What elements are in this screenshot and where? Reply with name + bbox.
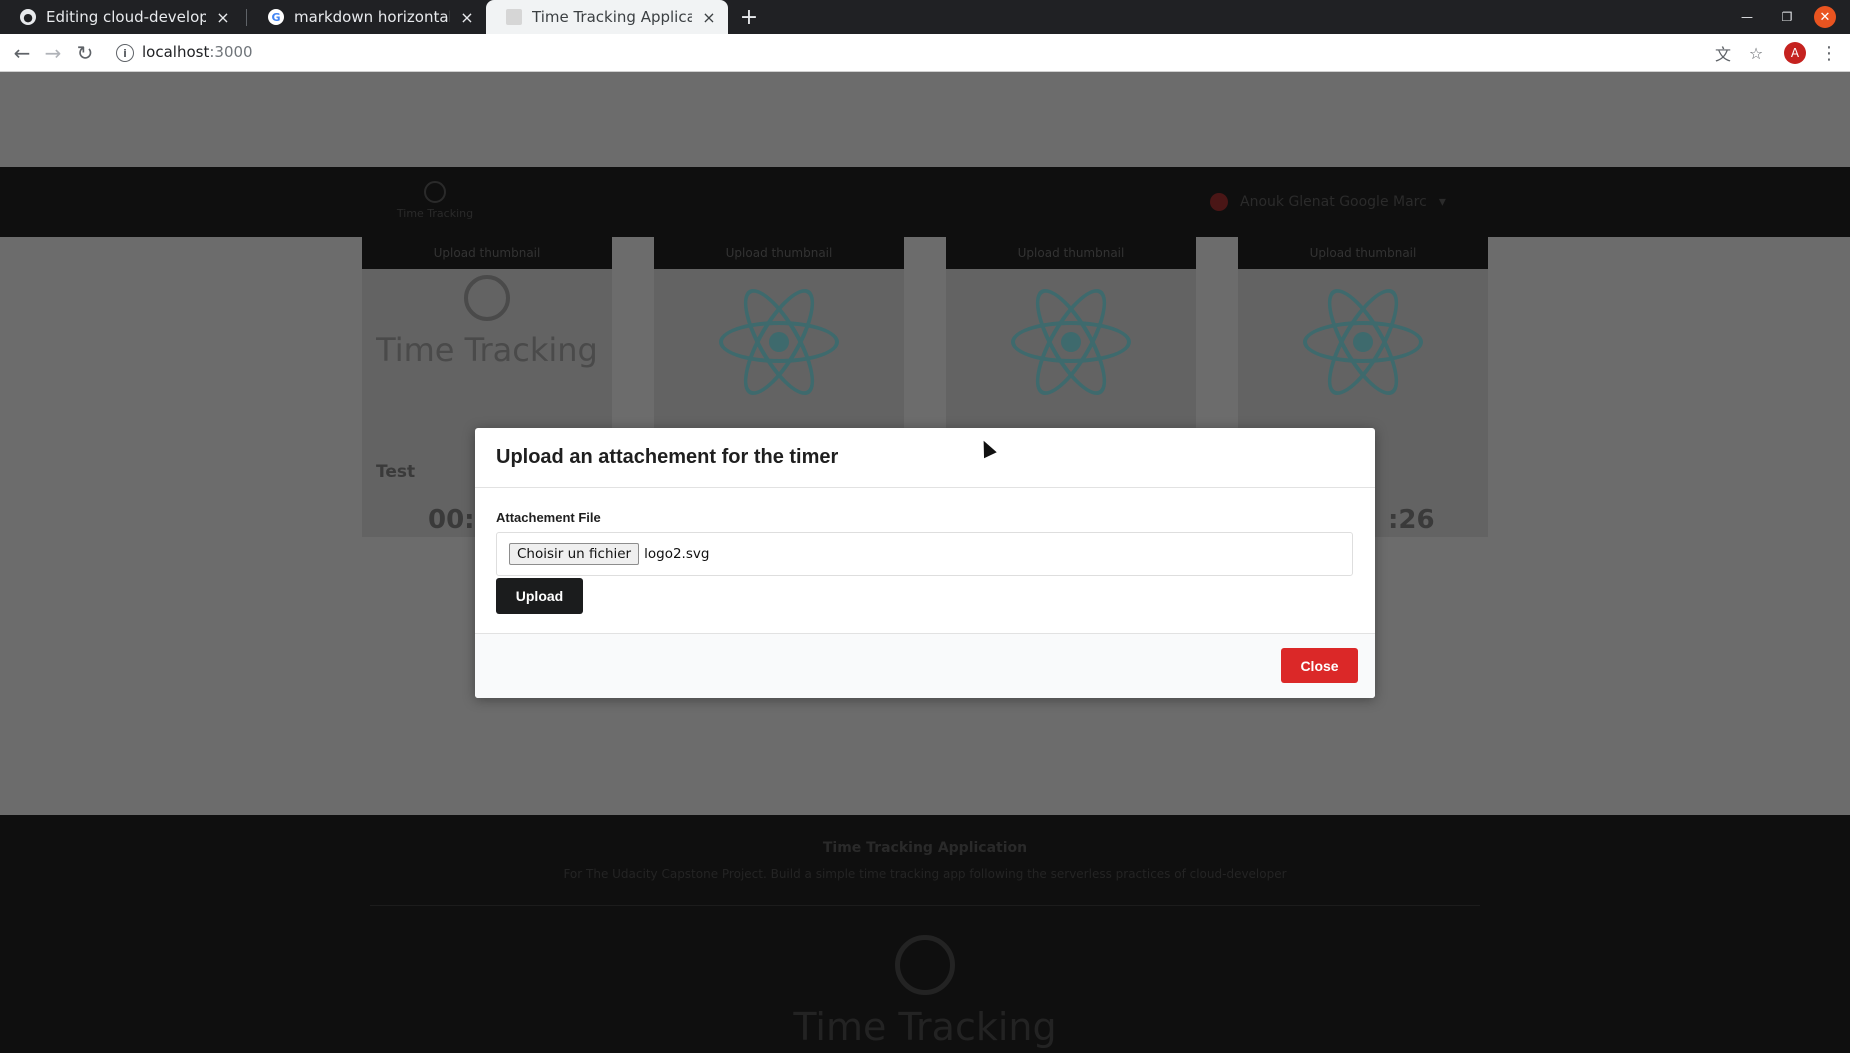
clock-icon: [464, 275, 510, 321]
footer-divider: [370, 905, 1480, 906]
translate-icon[interactable]: 文: [1708, 34, 1738, 72]
modal-header: Upload an attachement for the timer: [475, 428, 1375, 488]
upload-thumbnail-bar: Upload thumbnail: [946, 237, 1196, 269]
modal-title: Upload an attachement for the timer: [496, 446, 839, 468]
close-window-button[interactable]: ✕: [1814, 6, 1836, 28]
clock-icon: [424, 181, 446, 203]
site-info-icon[interactable]: i: [116, 44, 134, 62]
nucleus: [1353, 332, 1373, 352]
clock-icon: [895, 935, 955, 995]
modal-actions: Close: [475, 633, 1375, 698]
modal-body: Attachement File Choisir un fichier logo…: [475, 488, 1375, 633]
upload-thumbnail-bar: Upload thumbnail: [1238, 237, 1488, 269]
github-icon: ●: [20, 9, 36, 25]
profile-avatar[interactable]: A: [1784, 42, 1806, 64]
browser-menu-icon[interactable]: ⋮: [1814, 34, 1844, 72]
nucleus: [1061, 332, 1081, 352]
nucleus: [769, 332, 789, 352]
upload-thumbnail-bar: Upload thumbnail: [362, 237, 612, 269]
close-tab-icon[interactable]: ×: [214, 8, 232, 27]
timer-time: :26: [1388, 505, 1435, 535]
selected-file-name: logo2.svg: [644, 546, 710, 562]
footer-text: For The Udacity Capstone Project. Build …: [563, 867, 1287, 881]
app-logo-text: Time Tracking: [396, 207, 474, 220]
url-host: localhost: [142, 43, 210, 61]
close-tab-icon[interactable]: ×: [458, 8, 476, 27]
browser-address-bar: ← → ↻ i localhost:3000 文 ☆ A ⋮: [0, 34, 1850, 72]
url-field[interactable]: localhost:3000: [142, 43, 253, 61]
tab-separator: [246, 9, 247, 26]
app-header: Time Tracking Anouk Glenat Google Marc ▾: [0, 167, 1850, 237]
close-tab-icon[interactable]: ×: [700, 8, 718, 27]
react-logo-icon: [714, 277, 844, 407]
timer-title: Test: [376, 462, 416, 482]
footer-logo: Time Tracking: [793, 1005, 1057, 1049]
react-logo-icon: [1298, 277, 1428, 407]
tab-title: markdown horizontal ima: [294, 8, 450, 26]
upload-button[interactable]: Upload: [496, 578, 583, 614]
upload-attachment-modal: Upload an attachement for the timer Atta…: [475, 428, 1375, 698]
attachment-file-input[interactable]: Choisir un fichier logo2.svg: [496, 532, 1353, 576]
google-icon: G: [268, 9, 284, 25]
restore-window-button[interactable]: ❐: [1772, 0, 1802, 34]
browser-tab-google[interactable]: G markdown horizontal ima ×: [248, 0, 486, 34]
browser-tab-bar: ● Editing cloud-developer/r × G markdown…: [0, 0, 1850, 34]
user-menu: Anouk Glenat Google Marc ▾: [1210, 193, 1446, 211]
back-button[interactable]: ←: [7, 34, 37, 72]
url-port: :3000: [209, 43, 253, 61]
app-footer: Time Tracking Application For The Udacit…: [0, 815, 1850, 1053]
browser-tab-github[interactable]: ● Editing cloud-developer/r ×: [0, 0, 242, 34]
reload-button[interactable]: ↻: [70, 34, 100, 72]
browser-tab-time-tracking[interactable]: Time Tracking Applicatio ×: [486, 0, 728, 34]
chevron-down-icon: ▾: [1438, 194, 1446, 210]
footer-title: Time Tracking Application: [822, 840, 1028, 856]
page-icon: [506, 9, 522, 25]
user-name: Anouk Glenat Google Marc: [1240, 194, 1427, 210]
forward-button[interactable]: →: [38, 34, 68, 72]
bookmark-star-icon[interactable]: ☆: [1741, 34, 1771, 72]
card-logo: Time Tracking: [376, 331, 598, 369]
new-tab-button[interactable]: +: [736, 0, 762, 34]
tab-title: Editing cloud-developer/r: [46, 8, 206, 26]
react-logo-icon: [1006, 277, 1136, 407]
close-button[interactable]: Close: [1281, 648, 1358, 683]
tab-title: Time Tracking Applicatio: [532, 8, 692, 26]
choose-file-button[interactable]: Choisir un fichier: [509, 543, 640, 565]
attachment-file-label: Attachement File: [496, 510, 601, 525]
user-avatar: [1210, 193, 1228, 211]
upload-thumbnail-bar: Upload thumbnail: [654, 237, 904, 269]
minimize-window-button[interactable]: —: [1732, 0, 1762, 34]
app-logo: Time Tracking: [395, 181, 475, 221]
